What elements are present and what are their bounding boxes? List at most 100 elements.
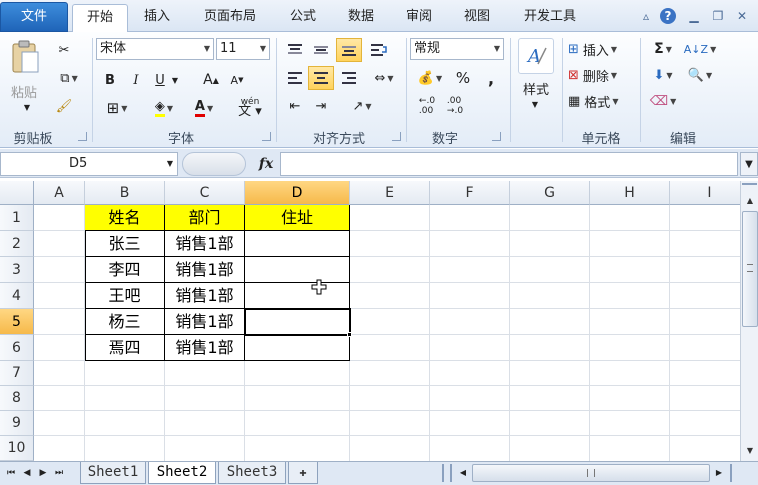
- align-middle-icon[interactable]: [310, 40, 332, 60]
- font-launcher-icon[interactable]: [262, 132, 271, 141]
- name-box[interactable]: D5 ▼: [0, 152, 178, 176]
- table-cell[interactable]: 焉四: [85, 335, 165, 361]
- decrease-decimal-icon[interactable]: .00 →.0: [442, 96, 468, 116]
- table-cell[interactable]: [245, 231, 350, 257]
- table-cell[interactable]: 销售1部: [165, 283, 245, 309]
- italic-button[interactable]: I: [126, 70, 146, 90]
- table-cell[interactable]: 王吧: [85, 283, 165, 309]
- tab-split-handle[interactable]: [442, 464, 452, 482]
- merge-center-button[interactable]: ⇔ ▼: [366, 68, 402, 88]
- font-color-button[interactable]: A ▼: [186, 98, 222, 118]
- column-header[interactable]: E: [350, 181, 430, 205]
- row-header[interactable]: 7: [0, 361, 34, 386]
- column-header[interactable]: C: [165, 181, 245, 205]
- scroll-thumb[interactable]: [742, 211, 758, 327]
- styles-icon[interactable]: A: [518, 38, 554, 74]
- row-header[interactable]: 10: [0, 436, 34, 461]
- table-cell[interactable]: [245, 257, 350, 283]
- vertical-scrollbar[interactable]: ▲ ▼: [740, 181, 758, 461]
- format-painter-icon[interactable]: 🖌: [54, 96, 74, 116]
- window-restore-icon[interactable]: ❐: [710, 8, 726, 24]
- tab-file[interactable]: 文件: [0, 2, 68, 32]
- tab-view[interactable]: 视图: [454, 4, 500, 32]
- increase-decimal-icon[interactable]: ←.0.00: [414, 96, 440, 116]
- align-right-icon[interactable]: [338, 68, 360, 88]
- bold-button[interactable]: B: [100, 70, 120, 90]
- table-cell[interactable]: [245, 283, 350, 309]
- scroll-up-icon[interactable]: ▲: [743, 193, 757, 209]
- cut-icon[interactable]: ✂: [54, 40, 74, 60]
- phonetic-button[interactable]: wén 文 ▾: [232, 94, 268, 120]
- borders-button[interactable]: ⊞ ▼: [100, 98, 134, 118]
- horizontal-scroll-thumb[interactable]: [472, 464, 710, 482]
- underline-dropdown-icon[interactable]: ▼: [170, 72, 180, 88]
- font-size-combo[interactable]: 11 ▼: [216, 38, 270, 60]
- table-cell[interactable]: 销售1部: [165, 309, 245, 335]
- header-cell-address[interactable]: 住址: [245, 205, 350, 231]
- paste-icon[interactable]: [6, 38, 44, 78]
- insert-sheet-icon[interactable]: ✚: [288, 462, 318, 484]
- align-left-icon[interactable]: [284, 68, 306, 88]
- sheet-tab-1[interactable]: Sheet1: [80, 462, 146, 484]
- formula-bar-handle[interactable]: [182, 152, 246, 176]
- increase-indent-icon[interactable]: ⇥: [310, 96, 332, 116]
- header-cell-department[interactable]: 部门: [165, 205, 245, 231]
- table-cell[interactable]: 销售1部: [165, 335, 245, 361]
- tab-home[interactable]: 开始: [72, 4, 128, 33]
- table-cell[interactable]: 张三: [85, 231, 165, 257]
- paste-dropdown-icon[interactable]: ▼: [22, 102, 32, 112]
- column-header[interactable]: A: [34, 181, 85, 205]
- worksheet-grid[interactable]: A B C D E F G H I 1 2 3 4 5 6 7 8 9 10 姓…: [0, 181, 740, 461]
- next-sheet-icon[interactable]: ▶: [36, 466, 50, 480]
- prev-sheet-icon[interactable]: ◀: [20, 466, 34, 480]
- table-cell[interactable]: 杨三: [85, 309, 165, 335]
- formula-input[interactable]: [280, 152, 738, 176]
- split-box[interactable]: [742, 183, 757, 191]
- autosum-button[interactable]: Σ ▼: [648, 38, 678, 60]
- insert-function-icon[interactable]: fx: [256, 154, 276, 174]
- tab-review[interactable]: 审阅: [396, 4, 442, 32]
- table-cell[interactable]: [245, 335, 350, 361]
- window-minimize-icon[interactable]: ▁: [686, 8, 702, 24]
- row-header[interactable]: 9: [0, 411, 34, 436]
- header-cell-name[interactable]: 姓名: [85, 205, 165, 231]
- alignment-launcher-icon[interactable]: [392, 132, 401, 141]
- hsplit-box[interactable]: [730, 464, 738, 482]
- column-header-selected[interactable]: D: [245, 181, 350, 205]
- column-header[interactable]: G: [510, 181, 590, 205]
- row-header[interactable]: 3: [0, 257, 34, 283]
- row-header[interactable]: 8: [0, 386, 34, 411]
- grow-font-button[interactable]: A ▲: [200, 70, 222, 90]
- tab-insert[interactable]: 插入: [134, 4, 180, 32]
- align-bottom-icon[interactable]: [336, 38, 362, 62]
- delete-cells-button[interactable]: ⊠ 删除 ▼: [568, 64, 634, 86]
- paste-button[interactable]: 粘贴: [4, 82, 44, 101]
- orientation-button[interactable]: ↗ ▼: [344, 96, 380, 116]
- shrink-font-button[interactable]: A ▼: [226, 70, 248, 90]
- align-top-icon[interactable]: [284, 40, 306, 60]
- number-launcher-icon[interactable]: [492, 132, 501, 141]
- format-cells-button[interactable]: ▦ 格式 ▼: [568, 90, 634, 112]
- scroll-down-icon[interactable]: ▼: [743, 443, 757, 459]
- last-sheet-icon[interactable]: ⏭: [52, 466, 66, 480]
- decrease-indent-icon[interactable]: ⇤: [284, 96, 306, 116]
- scroll-left-icon[interactable]: ◀: [456, 465, 470, 481]
- column-header[interactable]: I: [670, 181, 740, 205]
- find-select-button[interactable]: 🔍 ▼: [684, 64, 716, 86]
- fill-handle[interactable]: [347, 332, 352, 337]
- help-icon[interactable]: ?: [660, 8, 676, 24]
- table-cell[interactable]: 销售1部: [165, 257, 245, 283]
- minimize-ribbon-icon[interactable]: ▵: [638, 8, 654, 24]
- select-all-corner[interactable]: [0, 181, 34, 205]
- table-cell[interactable]: 销售1部: [165, 231, 245, 257]
- first-sheet-icon[interactable]: ⏮: [4, 466, 18, 480]
- comma-button[interactable]: ,: [480, 68, 502, 88]
- copy-icon[interactable]: ⧉ ▼: [54, 68, 84, 88]
- align-center-icon[interactable]: [308, 66, 334, 90]
- underline-button[interactable]: U: [150, 70, 170, 90]
- fill-color-button[interactable]: ◈ ▼: [146, 98, 182, 118]
- table-cell[interactable]: 李四: [85, 257, 165, 283]
- clear-button[interactable]: ⌫ ▼: [648, 90, 678, 112]
- tab-page-layout[interactable]: 页面布局: [192, 4, 268, 32]
- insert-cells-button[interactable]: ⊞ 插入 ▼: [568, 38, 634, 60]
